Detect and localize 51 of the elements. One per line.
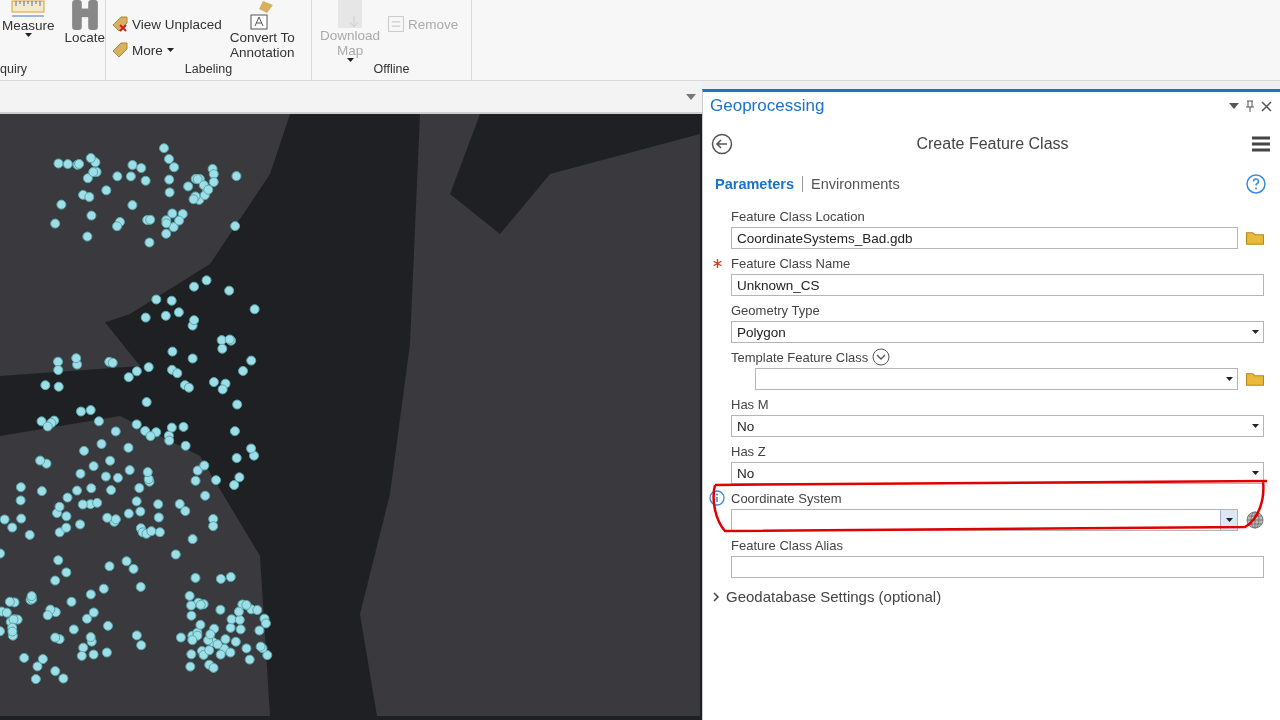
close-icon[interactable] [1261, 100, 1272, 112]
ruler-icon [10, 0, 47, 18]
ribbon-button[interactable]: Locate [62, 0, 108, 45]
parameter-label: Template Feature Class [731, 349, 869, 365]
dropdown-field[interactable]: No [731, 462, 1264, 484]
dropdown-caret-icon[interactable] [686, 93, 696, 100]
remove-icon [388, 16, 405, 32]
ribbon-button[interactable]: More [112, 38, 222, 62]
dropdown-field[interactable]: No [731, 415, 1264, 437]
ribbon-button[interactable]: Measure [0, 0, 57, 37]
globe-icon[interactable] [1246, 511, 1264, 529]
dropdown-caret-icon [1251, 330, 1259, 334]
ribbon-button[interactable]: Convert To Annotation [227, 0, 297, 60]
dropdown-caret-icon[interactable] [1229, 103, 1239, 109]
dropdown-caret-icon [1225, 377, 1233, 381]
dropdown-caret-icon [1225, 518, 1233, 522]
menu-icon[interactable] [1252, 136, 1270, 152]
input-field[interactable]: Unknown_CS [731, 274, 1264, 296]
tool-title: Create Feature Class [915, 135, 1070, 153]
info-icon[interactable] [709, 490, 725, 506]
help-icon[interactable] [1246, 174, 1266, 194]
tag-icon [112, 16, 128, 32]
parameter-label: Coordinate System [731, 490, 842, 506]
ribbon-group-label: quiry [0, 62, 29, 78]
tag-icon [112, 42, 128, 58]
pane-tab[interactable]: Parameters [715, 176, 803, 192]
parameter-label: Geometry Type [731, 302, 820, 318]
dropdown-field[interactable] [731, 509, 1238, 531]
ribbon-group-label: Offline [372, 62, 411, 78]
pane-title: Geoprocessing [710, 96, 825, 116]
parameter-label: Has M [731, 396, 769, 412]
dropdown-field[interactable]: Polygon [731, 321, 1264, 343]
folder-icon[interactable] [1246, 231, 1264, 245]
input-field[interactable] [731, 556, 1264, 578]
dropdown-field[interactable] [755, 368, 1238, 390]
parameter-label: Feature Class Name [731, 255, 851, 271]
back-icon[interactable] [711, 133, 733, 155]
dropdown-caret-icon [1251, 424, 1259, 428]
chevron-icon [713, 591, 720, 602]
parameter-label: Feature Class Location [731, 208, 865, 224]
pin-icon[interactable] [1245, 100, 1255, 112]
parameter-label: Feature Class Alias [731, 537, 843, 553]
folder-icon[interactable] [1246, 372, 1264, 386]
parameter-label: Has Z [731, 443, 766, 459]
pane-tab[interactable]: Environments [811, 176, 908, 192]
dropdown-caret-icon [1251, 471, 1259, 475]
input-field[interactable]: CoordinateSystems_Bad.gdb [731, 227, 1238, 249]
section-header[interactable]: Geodatabase Settings (optional) [703, 578, 1280, 605]
ribbon-group-label: Labeling [183, 62, 234, 78]
expand-icon[interactable] [872, 348, 891, 366]
ribbon-button[interactable]: View Unplaced [112, 12, 222, 36]
